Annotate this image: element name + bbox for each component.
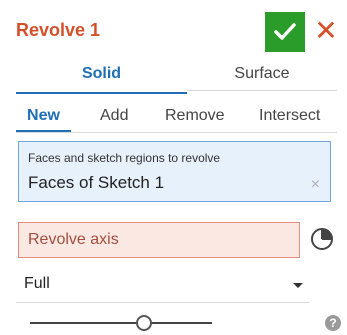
checkmark-icon [274,23,296,40]
tab-surface[interactable]: Surface [187,62,337,92]
faces-selection-field[interactable]: Faces and sketch regions to revolve Face… [18,141,331,202]
close-icon: ✕ [314,15,338,46]
slider-thumb[interactable] [136,315,152,331]
tab-solid[interactable]: Solid [16,62,187,94]
tab-new[interactable]: New [16,100,71,132]
revolve-axis-field[interactable]: Revolve axis [18,222,300,258]
tab-add[interactable]: Add [100,100,128,130]
tab-divider [16,132,337,133]
feature-dialog-header: Revolve 1 ✕ [0,0,347,62]
faces-field-value: Faces of Sketch 1 [28,173,165,192]
chevron-down-icon [293,283,303,288]
faces-field-label: Faces and sketch regions to revolve [28,151,221,165]
confirm-button[interactable] [265,12,305,52]
operation-tabs: New Add Remove Intersect [0,100,347,134]
tab-remove[interactable]: Remove [165,100,225,130]
revolve-axis-placeholder: Revolve axis [28,231,119,248]
close-button[interactable]: ✕ [313,16,339,46]
help-icon[interactable]: ? [325,315,341,331]
slider-track[interactable] [30,322,212,324]
revolve-type-dropdown[interactable]: Full [16,267,309,303]
clear-selection-icon[interactable]: × [311,176,320,194]
tab-intersect[interactable]: Intersect [259,100,320,130]
revolve-type-value: Full [24,275,50,292]
feature-title[interactable]: Revolve 1 [16,20,100,41]
tab-divider [187,90,337,91]
clock-icon[interactable] [309,226,335,252]
body-type-tabs: Solid Surface [0,62,347,94]
